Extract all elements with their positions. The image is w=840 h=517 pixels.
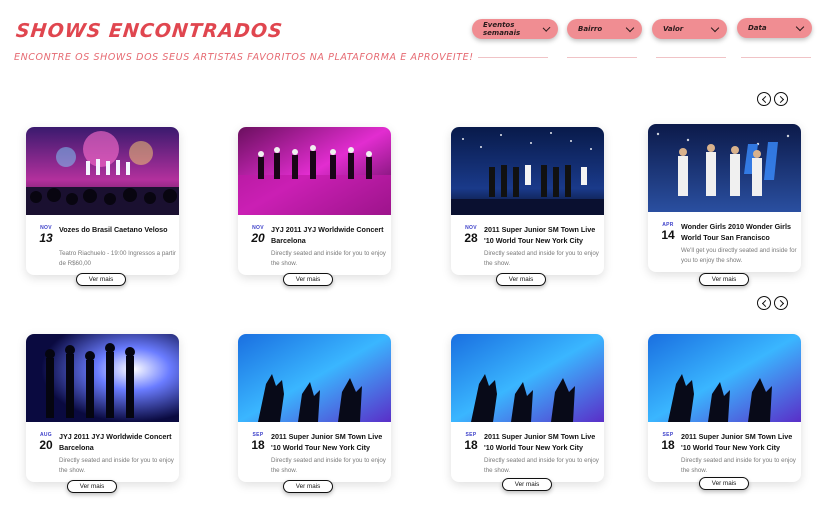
ver-mais-button[interactable]: Ver mais — [76, 273, 126, 286]
event-info: Directly seated and inside for you to en… — [484, 250, 599, 267]
event-card: SEP 18 2011 Super Junior SM Town Live '1… — [238, 334, 391, 482]
event-name: JYJ 2011 JYJ Worldwide Concert Barcelona — [59, 432, 172, 452]
chevron-left-icon[interactable] — [757, 92, 771, 106]
filter-data[interactable]: Data — [737, 18, 812, 38]
event-name: 2011 Super Junior SM Town Live '10 World… — [484, 225, 596, 245]
event-name: 2011 Super Junior SM Town Live '10 World… — [484, 432, 596, 452]
event-info: Directly seated and inside for you to en… — [484, 457, 599, 474]
chevron-right-icon[interactable] — [774, 296, 788, 310]
event-info: Teatro Riachuelo - 19:00 Ingressos a par… — [59, 250, 176, 267]
event-name: 2011 Super Junior SM Town Live '10 World… — [271, 432, 383, 452]
ver-mais-button[interactable]: Ver mais — [699, 477, 749, 490]
concert-photo — [26, 334, 179, 422]
event-card: NOV 13 Vozes do Brasil Caetano Veloso Te… — [26, 127, 179, 275]
event-name: Wonder Girls 2010 Wonder Girls World Tou… — [681, 222, 791, 242]
chevron-left-icon[interactable] — [757, 296, 771, 310]
carousel-nav-top — [757, 92, 788, 106]
divider — [741, 57, 811, 58]
filter-label: Data — [748, 24, 767, 32]
filter-valor[interactable]: Valor — [652, 19, 727, 39]
event-card: SEP 18 2011 Super Junior SM Town Live '1… — [648, 334, 801, 482]
filter-label: Valor — [663, 25, 684, 33]
concert-photo — [451, 334, 604, 422]
concert-photo — [238, 127, 391, 215]
event-info: We'll get you directly seated and inside… — [681, 247, 797, 264]
divider — [478, 57, 548, 58]
event-name: 2011 Super Junior SM Town Live '10 World… — [681, 432, 793, 452]
ver-mais-button[interactable]: Ver mais — [502, 478, 552, 491]
ver-mais-button[interactable]: Ver mais — [67, 480, 117, 493]
event-card: APR 14 Wonder Girls 2010 Wonder Girls Wo… — [648, 124, 801, 272]
event-card: NOV 28 2011 Super Junior SM Town Live '1… — [451, 127, 604, 275]
event-info: Directly seated and inside for you to en… — [271, 457, 386, 474]
ver-mais-button[interactable]: Ver mais — [496, 273, 546, 286]
event-day: 20 — [39, 438, 53, 452]
event-day: 18 — [251, 438, 265, 452]
divider — [567, 57, 637, 58]
ver-mais-button[interactable]: Ver mais — [283, 273, 333, 286]
event-day: 20 — [251, 231, 265, 245]
event-day: 18 — [661, 438, 675, 452]
event-name: JYJ 2011 JYJ Worldwide Concert Barcelona — [271, 225, 384, 245]
event-name: Vozes do Brasil Caetano Veloso — [59, 225, 168, 234]
filter-eventos-semanais[interactable]: Eventos semanais — [472, 19, 558, 39]
page-subtitle: Encontre os shows dos seus artistas favo… — [14, 52, 474, 63]
divider — [656, 57, 726, 58]
ver-mais-button[interactable]: Ver mais — [283, 480, 333, 493]
chevron-down-icon — [795, 22, 805, 31]
event-info: Directly seated and inside for you to en… — [271, 250, 386, 267]
event-info: Directly seated and inside for you to en… — [681, 457, 796, 474]
event-day: 13 — [39, 231, 53, 245]
ver-mais-button[interactable]: Ver mais — [699, 273, 749, 286]
concert-photo — [26, 127, 179, 215]
page-title: Shows encontrados — [14, 20, 284, 42]
event-day: 18 — [464, 438, 478, 452]
chevron-down-icon — [710, 23, 720, 32]
concert-photo — [648, 334, 801, 422]
event-card: SEP 18 2011 Super Junior SM Town Live '1… — [451, 334, 604, 482]
filter-bairro[interactable]: Bairro — [567, 19, 642, 39]
event-day: 28 — [464, 231, 478, 245]
event-card: NOV 20 JYJ 2011 JYJ Worldwide Concert Ba… — [238, 127, 391, 275]
event-card: AUG 20 JYJ 2011 JYJ Worldwide Concert Ba… — [26, 334, 179, 482]
concert-photo — [238, 334, 391, 422]
chevron-down-icon — [625, 23, 635, 32]
filter-label: Bairro — [578, 25, 603, 33]
event-info: Directly seated and inside for you to en… — [59, 457, 174, 474]
event-day: 14 — [661, 228, 675, 242]
carousel-nav-bottom — [757, 296, 788, 310]
concert-photo — [451, 127, 604, 215]
concert-photo — [648, 124, 801, 212]
filter-label: Eventos semanais — [483, 21, 521, 37]
chevron-right-icon[interactable] — [774, 92, 788, 106]
